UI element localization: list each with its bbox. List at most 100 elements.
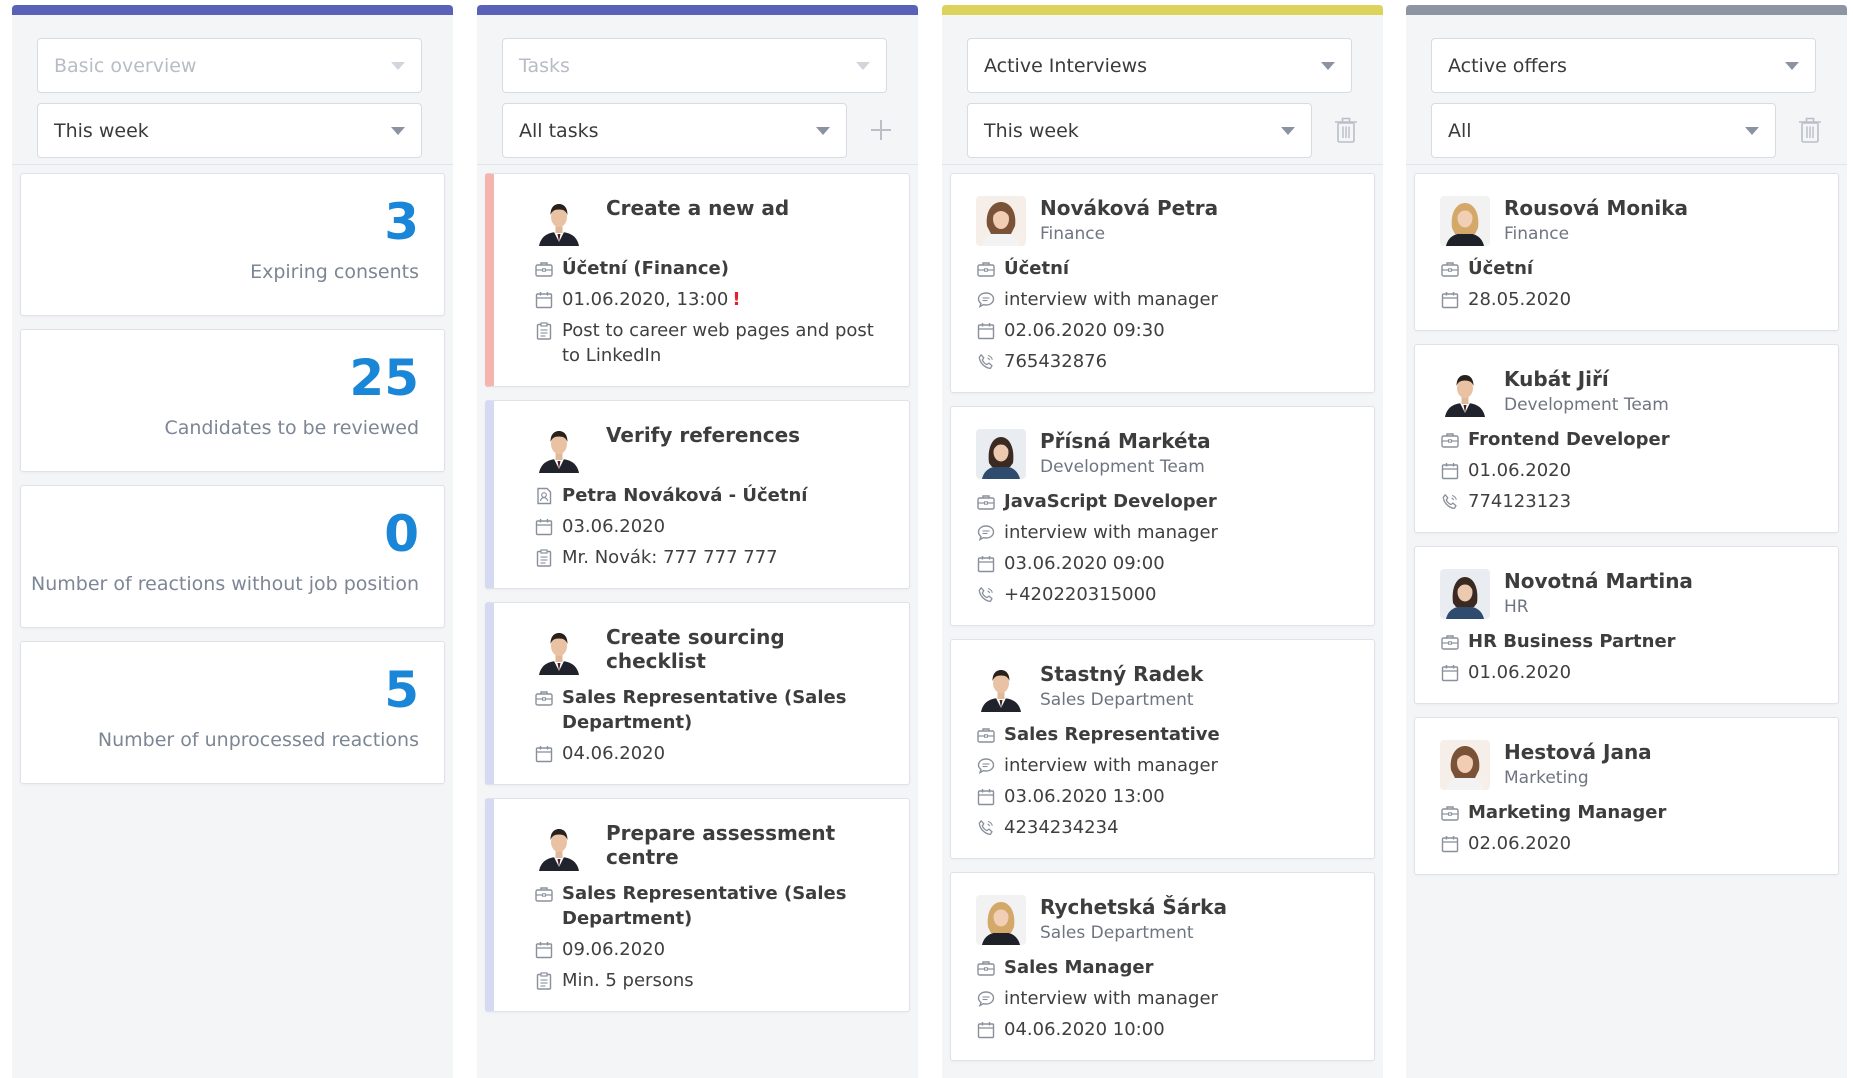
trash-icon[interactable]: [1333, 115, 1359, 145]
candidate-phone: +420220315000: [1004, 584, 1157, 605]
chevron-down-icon: [1281, 126, 1295, 135]
phone-icon: [976, 815, 996, 840]
calendar-icon: [534, 741, 554, 766]
calendar-icon: [1440, 660, 1460, 685]
candidate-name: Kubát Jiří: [1504, 367, 1609, 391]
candidate-name: Rousová Monika: [1504, 196, 1689, 220]
column-body: Rousová Monika Finance Účetní 28.05.2020 …: [1406, 165, 1847, 875]
select-value: This week: [984, 119, 1079, 142]
overview-type-select[interactable]: Basic overview: [37, 38, 422, 93]
avatar: [1440, 196, 1490, 246]
chat-icon: [976, 753, 996, 778]
offers-type-select[interactable]: Active offers: [1431, 38, 1816, 93]
task-title: Create sourcing checklist: [606, 625, 785, 673]
task-position: Sales Representative (Sales Department): [562, 687, 847, 733]
stat-card-reactions-without-position[interactable]: 0 Number of reactions without job positi…: [20, 485, 445, 628]
calendar-icon: [976, 1017, 996, 1042]
interview-card[interactable]: Stastný Radek Sales Department Sales Repr…: [950, 639, 1375, 859]
offer-card[interactable]: Kubát Jiří Development Team Frontend Deve…: [1414, 344, 1839, 533]
offer-position: Marketing Manager: [1468, 802, 1667, 823]
interview-datetime: 02.06.2020 09:30: [1004, 320, 1165, 341]
offer-card[interactable]: Rousová Monika Finance Účetní 28.05.2020: [1414, 173, 1839, 331]
interview-position: JavaScript Developer: [1004, 491, 1217, 512]
column-color-bar: [942, 5, 1383, 15]
task-date: 01.06.2020, 13:00: [562, 289, 729, 310]
trash-icon[interactable]: [1797, 115, 1823, 145]
offer-position: Účetní: [1468, 258, 1534, 279]
task-date: 04.06.2020: [562, 743, 666, 764]
chevron-down-icon: [391, 61, 405, 70]
task-position: Sales Representative (Sales Department): [562, 883, 847, 929]
select-value: Active Interviews: [984, 54, 1148, 77]
offer-position: Frontend Developer: [1468, 429, 1670, 450]
interview-card[interactable]: Přísná Markéta Development Team JavaScrip…: [950, 406, 1375, 626]
briefcase-icon: [1440, 629, 1460, 654]
stat-card-unprocessed-reactions[interactable]: 5 Number of unprocessed reactions: [20, 641, 445, 784]
interview-position: Účetní: [1004, 258, 1070, 279]
interview-card[interactable]: Rychetská Šárka Sales Department Sales Ma…: [950, 872, 1375, 1061]
column-color-bar: [1406, 5, 1847, 15]
stat-label: Expiring consents: [250, 260, 419, 283]
chevron-down-icon: [1745, 126, 1759, 135]
briefcase-icon: [1440, 256, 1460, 281]
task-card[interactable]: Create a new ad Účetní (Finance) 01.06.2…: [485, 173, 910, 387]
offer-date: 28.05.2020: [1468, 289, 1572, 310]
avatar: [976, 196, 1026, 246]
overview-column: Basic overview This week 3 Expiring cons…: [12, 5, 453, 1078]
interviews-column: Active Interviews This week Nováková Pet…: [942, 5, 1383, 1078]
phone-icon: [976, 582, 996, 607]
interview-card[interactable]: Nováková Petra Finance Účetní interview w…: [950, 173, 1375, 393]
select-value: Basic overview: [54, 54, 197, 77]
chevron-down-icon: [816, 126, 830, 135]
column-header: Active Interviews This week: [942, 15, 1383, 165]
candidate-department: Finance: [1504, 224, 1570, 244]
plus-icon[interactable]: [868, 115, 894, 145]
briefcase-icon: [534, 256, 554, 281]
offer-date: 01.06.2020: [1468, 460, 1572, 481]
tasks-column: Tasks All tasks Create a new ad Účetní (…: [477, 5, 918, 1078]
overview-period-select[interactable]: This week: [37, 103, 422, 158]
avatar: [1440, 367, 1490, 417]
task-card[interactable]: Prepare assessment centre Sales Represen…: [485, 798, 910, 1012]
task-card[interactable]: Create sourcing checklist Sales Represen…: [485, 602, 910, 785]
briefcase-icon: [976, 955, 996, 980]
briefcase-icon: [534, 881, 554, 906]
task-card[interactable]: Verify references Petra Nováková - Účetn…: [485, 400, 910, 589]
stat-card-expiring-consents[interactable]: 3 Expiring consents: [20, 173, 445, 316]
avatar: [976, 662, 1026, 712]
avatar: [534, 821, 584, 871]
briefcase-icon: [1440, 427, 1460, 452]
candidate-department: Development Team: [1040, 457, 1205, 477]
stat-card-candidates-to-review[interactable]: 25 Candidates to be reviewed: [20, 329, 445, 472]
task-date: 09.06.2020: [562, 939, 666, 960]
select-value: Active offers: [1448, 54, 1567, 77]
interviews-type-select[interactable]: Active Interviews: [967, 38, 1352, 93]
interviews-period-select[interactable]: This week: [967, 103, 1312, 158]
tasks-type-select[interactable]: Tasks: [502, 38, 887, 93]
calendar-icon: [976, 784, 996, 809]
offer-card[interactable]: Novotná Martina HR HR Business Partner 01…: [1414, 546, 1839, 704]
briefcase-icon: [976, 256, 996, 281]
candidate-name: Novotná Martina: [1504, 569, 1693, 593]
interview-type: interview with manager: [1004, 522, 1218, 543]
candidate-department: Sales Department: [1040, 923, 1194, 943]
task-date: 03.06.2020: [562, 516, 666, 537]
chevron-down-icon: [391, 126, 405, 135]
overdue-alert-icon: !: [732, 289, 741, 310]
interview-type: interview with manager: [1004, 755, 1218, 776]
column-color-bar: [12, 5, 453, 15]
column-body: Create a new ad Účetní (Finance) 01.06.2…: [477, 165, 918, 1012]
offer-card[interactable]: Hestová Jana Marketing Marketing Manager …: [1414, 717, 1839, 875]
task-title: Prepare assessment centre: [606, 821, 836, 869]
phone-icon: [976, 349, 996, 374]
stat-value: 3: [384, 193, 419, 251]
interview-position: Sales Representative: [1004, 724, 1220, 745]
candidate-phone: 4234234234: [1004, 817, 1119, 838]
offers-filter-select[interactable]: All: [1431, 103, 1776, 158]
tasks-filter-select[interactable]: All tasks: [502, 103, 847, 158]
chat-icon: [976, 520, 996, 545]
stat-value: 25: [349, 349, 419, 407]
offers-column: Active offers All Rousová Monika Finance …: [1406, 5, 1847, 1078]
briefcase-icon: [976, 489, 996, 514]
phone-icon: [1440, 489, 1460, 514]
